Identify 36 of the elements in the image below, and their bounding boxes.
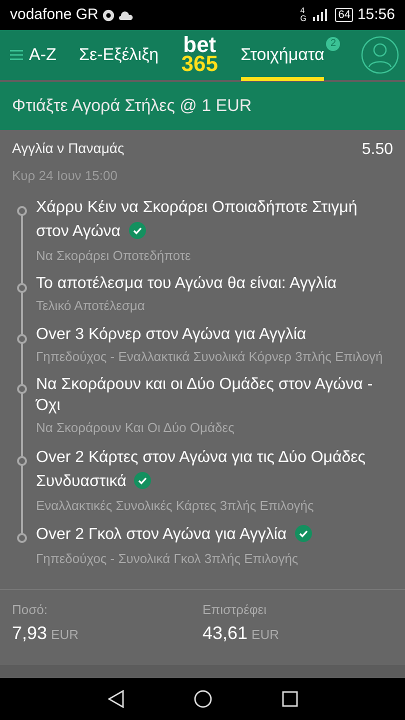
selection-title: Να Σκοράρουν και οι Δύο Ομάδες στον Αγώνα - Όχι <box>36 375 374 416</box>
clock: 15:56 <box>357 4 395 25</box>
returns-label: Επιστρέφει <box>202 601 268 619</box>
nav-tab[interactable]: A-Z <box>10 29 56 81</box>
selection-title: Over 2 Κάρτες στον Αγώνα για τις Δύο Ομάδες Συνδυαστικά <box>36 448 366 490</box>
market-name: Εναλλακτικές Συνολικές Κάρτες 3πλής Επιλογής <box>36 496 314 515</box>
count-badge: 2 <box>326 37 340 51</box>
returns-amount: 43,61 <box>202 622 248 642</box>
market-name: Γηπεδούχος - Συνολικά Γκολ 3πλής Επιλογής <box>36 550 298 568</box>
currency: EUR <box>51 626 78 642</box>
logo: bet 365 <box>181 36 218 74</box>
carrier-name: vodafone GR <box>10 4 98 25</box>
home-icon[interactable] <box>194 690 212 708</box>
market-name: Τελικό Αποτέλεσμα <box>36 297 145 315</box>
market-name: Να Σκοράρουν Και Οι Δύο Ομάδες <box>36 419 234 437</box>
currency: EUR <box>252 626 279 642</box>
market-name: Να Σκοράρει Οποτεδήποτε <box>36 246 191 265</box>
market-name: Γηπεδούχος - Εναλλακτικά Συνολικά Κόρνερ 3πλής Επιλογή <box>36 348 383 366</box>
selection-title: Το αποτέλεσμα του Αγώνα θα είναι: Αγγλία <box>36 274 338 294</box>
banner-text: Φτιάξτε Αγορά Στήλες @ 1 EUR <box>12 95 252 118</box>
stake-label: Ποσό: <box>12 601 48 619</box>
menu-icon <box>10 49 23 61</box>
browser-icon <box>102 8 116 22</box>
network-type: 4G <box>300 7 308 23</box>
back-icon[interactable] <box>108 690 124 708</box>
selection-title: Χάρρυ Κέιν να Σκοράρει Οποιαδήποτε Στιγμή στον Αγώνα <box>36 198 358 240</box>
signal-icon <box>313 9 328 21</box>
odds: 5.50 <box>362 140 393 160</box>
nav-tab[interactable]: Σε-Εξέλιξη <box>79 29 159 81</box>
event-name: Αγγλία ν Παναμάς <box>12 139 124 158</box>
selection-title: Over 3 Κόρνερ στον Αγώνα για Αγγλία <box>36 324 308 344</box>
battery-level: 64 <box>335 8 354 22</box>
recents-icon[interactable] <box>282 691 298 707</box>
selection-title: Over 2 Γκολ στον Αγώνα για Αγγλία <box>36 526 287 543</box>
cloud-icon <box>119 10 134 20</box>
stake-amount: 7,93 <box>12 622 48 642</box>
